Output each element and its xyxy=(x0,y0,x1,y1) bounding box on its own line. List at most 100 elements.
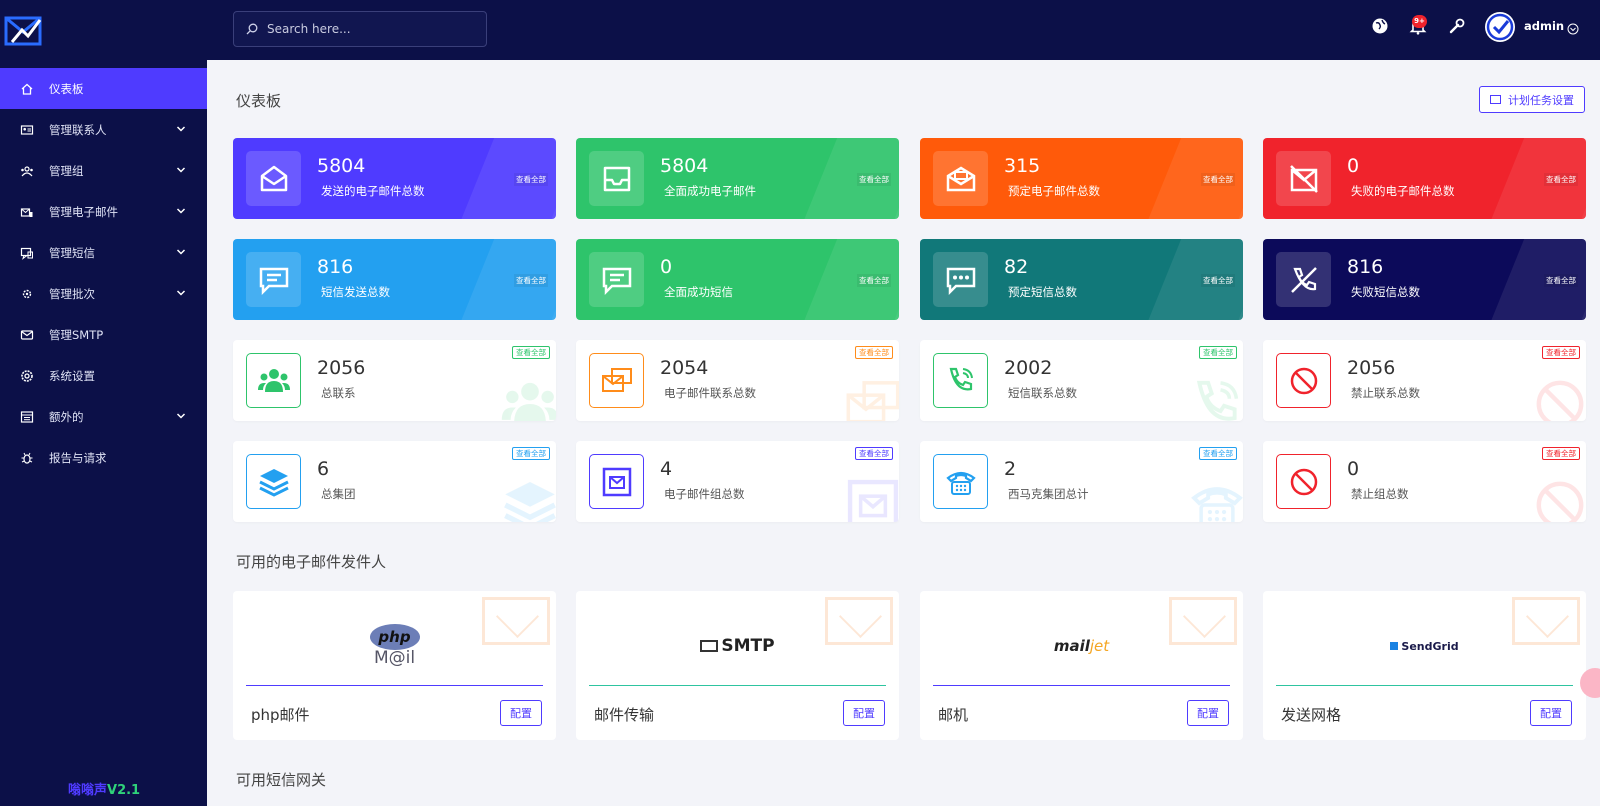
configure-button[interactable]: 配置 xyxy=(1187,700,1229,726)
stat-card[interactable]: 82 预定短信总数 查看全部 xyxy=(920,239,1243,320)
sender-card: mailjet 邮机 配置 xyxy=(920,591,1243,740)
stat-label: 失败的电子邮件总数 xyxy=(1351,184,1455,198)
search-input[interactable] xyxy=(267,22,467,36)
version-label: 嗡嗡声V2.1 xyxy=(68,783,141,798)
sidebar-item-4[interactable]: 管理短信 xyxy=(0,232,207,273)
stat-label: 失败短信总数 xyxy=(1351,285,1420,299)
stat-value: 5804 xyxy=(660,155,709,177)
sidebar-item-3[interactable]: 管理电子邮件 xyxy=(0,191,207,232)
view-all-link[interactable]: 查看全部 xyxy=(857,274,891,287)
view-all-link[interactable]: 查看全部 xyxy=(514,274,548,287)
view-all-link[interactable]: 查看全部 xyxy=(1544,274,1578,287)
email-manage-icon xyxy=(20,205,34,219)
sidebar-item-7[interactable]: 系统设置 xyxy=(0,355,207,396)
view-all-link[interactable]: 查看全部 xyxy=(857,173,891,186)
chevron-down-icon xyxy=(175,246,187,258)
sidebar-item-label: 管理短信 xyxy=(49,245,95,260)
view-all-link[interactable]: 查看全部 xyxy=(514,173,548,186)
mail-failed-icon xyxy=(1276,151,1331,206)
sidebar-item-2[interactable]: 管理组 xyxy=(0,150,207,191)
contact-card[interactable]: 2056 禁止联系总数 查看全部 xyxy=(1263,340,1586,421)
ban-icon xyxy=(1276,353,1331,408)
contact-card[interactable]: 2054 电子邮件联系总数 查看全部 xyxy=(576,340,899,421)
contact-card[interactable]: 2002 短信联系总数 查看全部 xyxy=(920,340,1243,421)
search-box[interactable] xyxy=(233,11,487,47)
sidebar-item-0[interactable]: 仪表板 xyxy=(0,68,207,109)
home-icon xyxy=(20,82,34,96)
view-all-link[interactable]: 查看全部 xyxy=(855,346,893,359)
view-all-link[interactable]: 查看全部 xyxy=(512,346,550,359)
watermark-icon xyxy=(843,374,899,421)
contact-card[interactable]: 6 总集团 查看全部 xyxy=(233,441,556,522)
message-dots-icon xyxy=(933,252,988,307)
contact-card[interactable]: 2 西马克集团总计 查看全部 xyxy=(920,441,1243,522)
stat-label: 西马克集团总计 xyxy=(1008,487,1089,501)
contact-card[interactable]: 2056 总联系 查看全部 xyxy=(233,340,556,421)
stat-label: 短信联系总数 xyxy=(1008,386,1077,400)
sender-name: 邮件传输 xyxy=(594,706,655,724)
sidebar-nav: 仪表板 管理联系人管理组管理电子邮件 管理短信管理批次 管理SMTP 系统设置 额外的 报告… xyxy=(0,68,207,478)
app-logo[interactable] xyxy=(4,14,42,46)
chevron-down-icon xyxy=(175,410,187,422)
stat-card[interactable]: 0 失败的电子邮件总数 查看全部 xyxy=(1263,138,1586,219)
view-all-link[interactable]: 查看全部 xyxy=(1199,346,1237,359)
stat-value: 315 xyxy=(1004,155,1041,177)
stat-label: 禁止联系总数 xyxy=(1351,386,1420,400)
view-all-link[interactable]: 查看全部 xyxy=(855,447,893,460)
sender-card: php M@il php邮件 配置 xyxy=(233,591,556,740)
stat-value: 816 xyxy=(317,256,354,278)
users-icon xyxy=(246,353,301,408)
search-icon xyxy=(246,20,258,39)
sender-name: 发送网格 xyxy=(1281,706,1342,724)
avatar[interactable] xyxy=(1485,12,1515,42)
user-name[interactable]: admin xyxy=(1524,19,1564,33)
sidebar-item-9[interactable]: 报告与请求 xyxy=(0,437,207,478)
wrench-icon[interactable] xyxy=(1448,17,1466,35)
chevron-down-circle-icon[interactable] xyxy=(1567,20,1579,35)
stat-label: 预定短信总数 xyxy=(1008,285,1077,299)
view-all-link[interactable]: 查看全部 xyxy=(1542,346,1580,359)
stat-card[interactable]: 816 失败短信总数 查看全部 xyxy=(1263,239,1586,320)
stat-value: 82 xyxy=(1004,256,1029,278)
contact-card[interactable]: 0 禁止组总数 查看全部 xyxy=(1263,441,1586,522)
chevron-down-icon xyxy=(175,123,187,135)
sidebar-item-1[interactable]: 管理联系人 xyxy=(0,109,207,150)
sidebar-item-5[interactable]: 管理批次 xyxy=(0,273,207,314)
stat-value: 816 xyxy=(1347,256,1384,278)
sender-card: SMTP 邮件传输 配置 xyxy=(576,591,899,740)
stat-value: 0 xyxy=(1347,155,1360,177)
view-all-link[interactable]: 查看全部 xyxy=(512,447,550,460)
view-all-link[interactable]: 查看全部 xyxy=(1544,173,1578,186)
phone-off-icon xyxy=(1276,252,1331,307)
stat-card[interactable]: 315 预定电子邮件总数 查看全部 xyxy=(920,138,1243,219)
ban-icon xyxy=(1276,454,1331,509)
stat-card[interactable]: 5804 全面成功电子邮件 查看全部 xyxy=(576,138,899,219)
view-all-link[interactable]: 查看全部 xyxy=(1201,274,1235,287)
sidebar-item-label: 管理电子邮件 xyxy=(49,204,118,219)
mail-box-icon xyxy=(589,454,644,509)
stat-value: 4 xyxy=(660,458,673,480)
sidebar-item-8[interactable]: 额外的 xyxy=(0,396,207,437)
watermark-icon xyxy=(500,475,556,522)
configure-button[interactable]: 配置 xyxy=(1530,700,1572,726)
stat-value: 6 xyxy=(317,458,330,480)
contact-card[interactable]: 4 电子邮件组总数 查看全部 xyxy=(576,441,899,522)
view-all-link[interactable]: 查看全部 xyxy=(1542,447,1580,460)
sidebar-item-label: 管理组 xyxy=(49,163,84,178)
extra-icon xyxy=(20,410,34,424)
stat-card[interactable]: 5804 发送的电子邮件总数 查看全部 xyxy=(233,138,556,219)
globe-icon[interactable] xyxy=(1371,17,1389,35)
schedule-settings-button[interactable]: 计划任务设置 xyxy=(1479,86,1585,113)
view-all-link[interactable]: 查看全部 xyxy=(1201,173,1235,186)
telephone-icon xyxy=(933,454,988,509)
configure-button[interactable]: 配置 xyxy=(500,700,542,726)
stat-card[interactable]: 0 全面成功短信 查看全部 xyxy=(576,239,899,320)
mail-icon xyxy=(20,328,34,342)
sender-name: 邮机 xyxy=(938,706,969,724)
stat-card[interactable]: 816 短信发送总数 查看全部 xyxy=(233,239,556,320)
configure-button[interactable]: 配置 xyxy=(843,700,885,726)
php-mail-logo: php M@il xyxy=(369,624,420,668)
batch-icon xyxy=(20,287,34,301)
sidebar-item-6[interactable]: 管理SMTP xyxy=(0,314,207,355)
view-all-link[interactable]: 查看全部 xyxy=(1199,447,1237,460)
